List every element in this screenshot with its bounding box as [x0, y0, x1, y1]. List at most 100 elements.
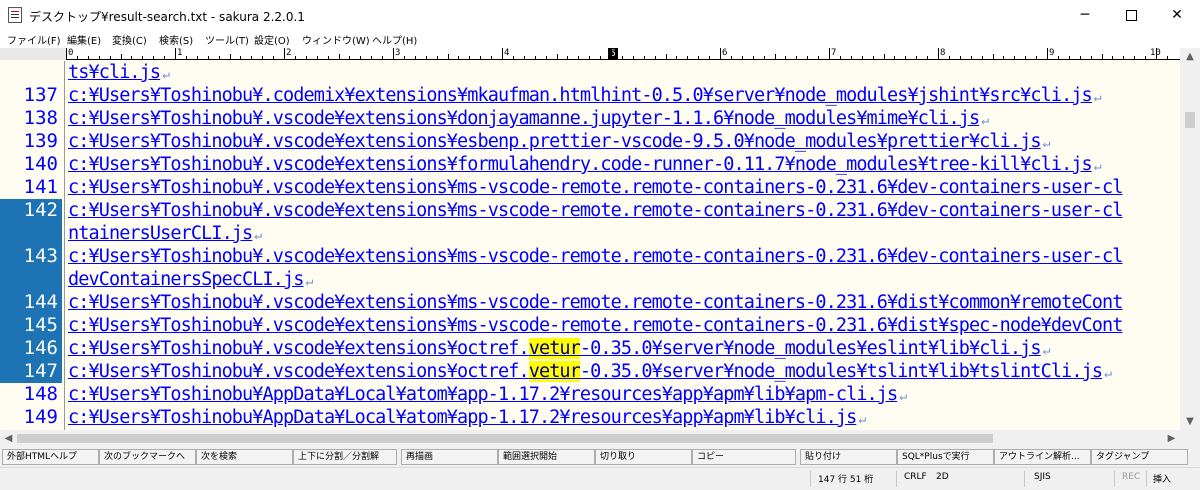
- title-bar: デスクトップ¥result-search.txt - sakura 2.2.0.…: [0, 0, 1200, 30]
- line-break-icon: ↵: [254, 228, 262, 243]
- editor-line[interactable]: 140 c:¥Users¥Toshinobu¥.vscode¥extensions…: [0, 153, 1180, 176]
- line-text-segment: c:¥Users¥Toshinobu¥.vscode¥extensions¥es…: [68, 131, 1042, 152]
- menu-convert[interactable]: 変換(C): [112, 32, 147, 47]
- fkey-button[interactable]: 外部HTMLヘルプ: [2, 449, 99, 465]
- line-text[interactable]: c:¥Users¥Toshinobu¥.vscode¥extensions¥ms…: [68, 245, 1123, 268]
- minimize-button[interactable]: ─: [1062, 0, 1108, 30]
- scroll-right-icon[interactable]: ▶: [1163, 430, 1180, 447]
- editor-line[interactable]: 143 c:¥Users¥Toshinobu¥.vscode¥extensions…: [0, 245, 1180, 268]
- fkey-button[interactable]: 次を検索: [196, 449, 293, 465]
- line-number[interactable]: 139: [0, 130, 62, 153]
- menu-settings[interactable]: 設定(O): [254, 32, 290, 47]
- ruler-tick: [862, 56, 863, 59]
- editor-line[interactable]: 145 c:¥Users¥Toshinobu¥.vscode¥extensions…: [0, 314, 1180, 337]
- line-number[interactable]: 143: [0, 245, 62, 268]
- line-break-icon: ↵: [858, 412, 866, 427]
- line-text[interactable]: c:¥Users¥Toshinobu¥AppData¥Local¥atom¥ap…: [68, 383, 907, 406]
- line-text[interactable]: c:¥Users¥Toshinobu¥.codemix¥extensions¥m…: [68, 84, 1102, 107]
- menu-file[interactable]: ファイル(F): [7, 32, 61, 47]
- close-button[interactable]: ✕: [1154, 0, 1200, 30]
- fkey-button[interactable]: SQL*Plusで実行: [897, 449, 994, 465]
- gutter-separator: [64, 199, 65, 222]
- editor-line[interactable]: 137 c:¥Users¥Toshinobu¥.codemix¥extension…: [0, 84, 1180, 107]
- editor-line[interactable]: 144 c:¥Users¥Toshinobu¥.vscode¥extensions…: [0, 291, 1180, 314]
- ruler-tick: [328, 56, 329, 59]
- editor-line[interactable]: ts¥cli.js ↵: [0, 61, 1180, 84]
- line-number[interactable]: 147: [0, 360, 62, 383]
- fkey-button[interactable]: 切り取り: [595, 449, 692, 465]
- line-text[interactable]: c:¥Users¥Toshinobu¥AppData¥Local¥atom¥ap…: [68, 406, 866, 429]
- editor-line[interactable]: 147 c:¥Users¥Toshinobu¥.vscode¥extensions…: [0, 360, 1180, 383]
- ruler-tick: [164, 56, 165, 59]
- line-number[interactable]: [0, 268, 62, 291]
- menu-search[interactable]: 検索(S): [159, 32, 193, 47]
- line-number[interactable]: 141: [0, 176, 62, 199]
- line-number[interactable]: 148: [0, 383, 62, 406]
- line-text[interactable]: c:¥Users¥Toshinobu¥.vscode¥extensions¥ms…: [68, 291, 1123, 314]
- editor-line[interactable]: 138 c:¥Users¥Toshinobu¥.vscode¥extensions…: [0, 107, 1180, 130]
- line-text[interactable]: c:¥Users¥Toshinobu¥.vscode¥extensions¥oc…: [68, 360, 1112, 383]
- fkey-button[interactable]: 再描画: [401, 449, 498, 465]
- line-text[interactable]: devContainersSpecCLI.js ↵: [68, 268, 313, 291]
- editor-line[interactable]: 149 c:¥Users¥Toshinobu¥AppData¥Local¥atom…: [0, 406, 1180, 429]
- line-number[interactable]: 149: [0, 406, 62, 429]
- line-text[interactable]: c:¥Users¥Toshinobu¥.vscode¥extensions¥ms…: [68, 199, 1123, 222]
- ruler-tick: [186, 56, 187, 59]
- line-number[interactable]: 145: [0, 314, 62, 337]
- scroll-up-icon[interactable]: ▲: [1180, 48, 1200, 65]
- status-divider: [1146, 471, 1147, 487]
- line-number[interactable]: 138: [0, 107, 62, 130]
- scroll-down-icon[interactable]: ▼: [1180, 413, 1200, 430]
- fkey-button[interactable]: 貼り付け: [800, 449, 897, 465]
- editor-line[interactable]: devContainersSpecCLI.js ↵: [0, 268, 1180, 291]
- fkey-button[interactable]: 上下に分割／分割解: [293, 449, 397, 465]
- line-text[interactable]: c:¥Users¥Toshinobu¥.vscode¥extensions¥oc…: [68, 337, 1050, 360]
- maximize-button[interactable]: [1108, 0, 1154, 30]
- editor-line[interactable]: 148 c:¥Users¥Toshinobu¥AppData¥Local¥atom…: [0, 383, 1180, 406]
- menu-edit[interactable]: 編集(E): [67, 32, 101, 47]
- editor-line[interactable]: 146 c:¥Users¥Toshinobu¥.vscode¥extensions…: [0, 337, 1180, 360]
- line-break-icon: ↵: [899, 389, 907, 404]
- menu-help[interactable]: ヘルプ(H): [372, 32, 417, 47]
- line-text[interactable]: ts¥cli.js ↵: [68, 61, 170, 84]
- vertical-scrollbar[interactable]: ▲ ▼: [1180, 48, 1200, 430]
- fkey-button[interactable]: 次のブックマークへ: [99, 449, 196, 465]
- line-text[interactable]: c:¥Users¥Toshinobu¥.vscode¥extensions¥do…: [68, 107, 989, 130]
- line-text[interactable]: c:¥Users¥Toshinobu¥.vscode¥extensions¥ms…: [68, 176, 1123, 199]
- line-number[interactable]: 144: [0, 291, 62, 314]
- line-number[interactable]: 142: [0, 199, 62, 222]
- line-number[interactable]: 140: [0, 153, 62, 176]
- ruler-tick: [371, 56, 372, 59]
- encoding-indicator[interactable]: SJIS: [1034, 472, 1051, 482]
- mode-indicator: 2D: [936, 472, 949, 482]
- horizontal-scrollbar[interactable]: ◀ ▶: [0, 430, 1180, 447]
- vertical-scroll-thumb[interactable]: [1185, 112, 1195, 128]
- line-ending-indicator[interactable]: CRLF: [904, 472, 927, 482]
- ruler-tick: [764, 56, 765, 59]
- editor-line[interactable]: 141 c:¥Users¥Toshinobu¥.vscode¥extensions…: [0, 176, 1180, 199]
- horizontal-scroll-thumb[interactable]: [17, 434, 993, 443]
- fkey-button[interactable]: タグジャンプ: [1091, 449, 1188, 465]
- ruler-tick: [894, 56, 895, 59]
- editor-line[interactable]: ntainersUserCLI.js ↵: [0, 222, 1180, 245]
- scroll-left-icon[interactable]: ◀: [0, 430, 17, 447]
- line-text[interactable]: c:¥Users¥Toshinobu¥.vscode¥extensions¥es…: [68, 130, 1050, 153]
- fkey-button[interactable]: アウトライン解析...: [994, 449, 1091, 465]
- menu-tools[interactable]: ツール(T): [205, 32, 249, 47]
- editor-line[interactable]: 139 c:¥Users¥Toshinobu¥.vscode¥extensions…: [0, 130, 1180, 153]
- fkey-button[interactable]: 範囲選択開始: [498, 449, 595, 465]
- line-number[interactable]: [0, 61, 62, 84]
- sakura-app-icon[interactable]: [8, 7, 22, 23]
- line-text-segment: c:¥Users¥Toshinobu¥.codemix¥extensions¥m…: [68, 85, 1093, 106]
- line-text[interactable]: c:¥Users¥Toshinobu¥.vscode¥extensions¥ms…: [68, 314, 1123, 337]
- line-number[interactable]: 137: [0, 84, 62, 107]
- editor-line[interactable]: 142 c:¥Users¥Toshinobu¥.vscode¥extensions…: [0, 199, 1180, 222]
- line-text[interactable]: c:¥Users¥Toshinobu¥.vscode¥extensions¥fo…: [68, 153, 1102, 176]
- fkey-button[interactable]: コピー: [692, 449, 796, 465]
- line-number[interactable]: [0, 222, 62, 245]
- gutter-separator: [64, 291, 65, 314]
- menu-window[interactable]: ウィンドウ(W): [302, 32, 370, 47]
- line-text[interactable]: ntainersUserCLI.js ↵: [68, 222, 262, 245]
- text-editor-area[interactable]: 0 1 2 3 4 5 6 7 8 9 10 ts¥cli.js↵137c:¥U…: [0, 48, 1180, 430]
- line-number[interactable]: 146: [0, 337, 62, 360]
